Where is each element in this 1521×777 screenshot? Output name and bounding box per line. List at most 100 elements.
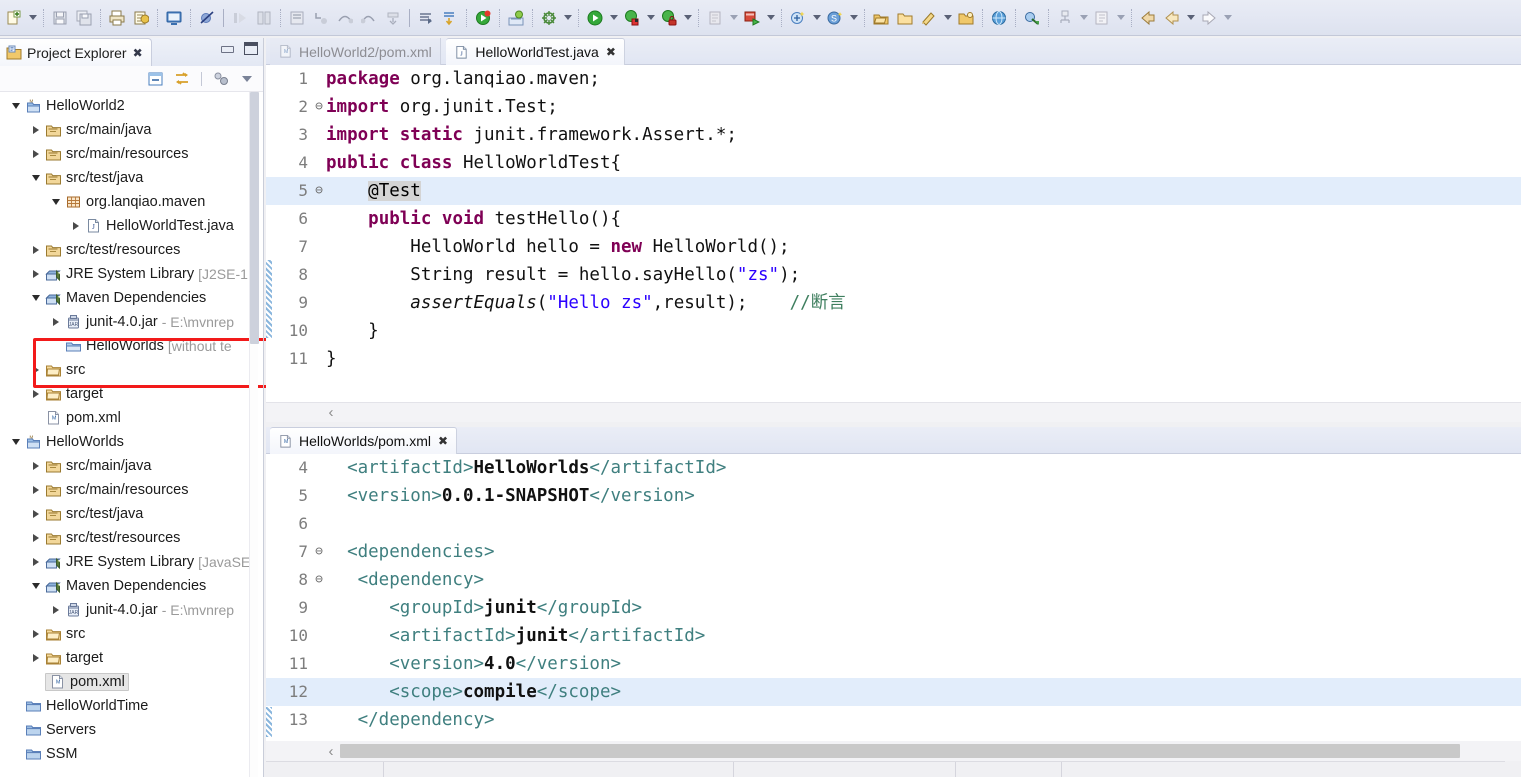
next-annotation-icon[interactable] — [414, 6, 438, 30]
code-line[interactable]: 5 ⊖ @Test — [266, 177, 1521, 205]
tree-item-pom-xml[interactable]: Mpom.xml — [0, 670, 264, 694]
code-line[interactable]: 1 package org.lanqiao.maven; — [266, 65, 1521, 93]
code-line[interactable]: 4 public class HelloWorldTest{ — [266, 149, 1521, 177]
tree-item-helloworldtest-java[interactable]: J HelloWorldTest.java — [0, 214, 264, 238]
step-over-icon[interactable] — [333, 6, 357, 30]
build-icon[interactable] — [129, 6, 153, 30]
code-line[interactable]: 2 ⊖ import org.junit.Test; — [266, 93, 1521, 121]
maximize-icon[interactable] — [244, 42, 258, 55]
bottom-editor-hscrollbar[interactable]: ‹ — [266, 741, 1521, 761]
chevron-down-icon[interactable] — [1184, 6, 1197, 30]
tree-item-content[interactable]: SSM — [25, 746, 77, 762]
code-line[interactable]: 7 ⊖ <dependencies> — [266, 538, 1521, 566]
tree-item-src[interactable]: src — [0, 622, 264, 646]
project-tree[interactable]: M HelloWorld2 src/main/java src/main/resour… — [0, 92, 264, 777]
tree-item-src[interactable]: src — [0, 358, 264, 382]
tree-item-content[interactable]: src — [45, 626, 85, 642]
tree-item-maven-dependencies[interactable]: Maven Dependencies — [0, 574, 264, 598]
tree-item-src-main-java[interactable]: src/main/java — [0, 454, 264, 478]
step-return-icon[interactable] — [357, 6, 381, 30]
tree-item-src-main-resources[interactable]: src/main/resources — [0, 142, 264, 166]
tree-item-content[interactable]: M HelloWorld2 — [25, 98, 125, 114]
skip-breakpoints-icon[interactable] — [195, 6, 219, 30]
code-line[interactable]: 8 String result = hello.sayHello("zs"); — [266, 261, 1521, 289]
tree-item-helloworldtime[interactable]: HelloWorldTime — [0, 694, 264, 718]
chevron-right-icon[interactable] — [28, 362, 44, 378]
chevron-down-icon[interactable] — [607, 6, 620, 30]
console-icon[interactable] — [162, 6, 186, 30]
tree-item-content[interactable]: Mpom.xml — [45, 410, 121, 426]
run-icon[interactable] — [583, 6, 607, 30]
tree-item-content[interactable]: src/main/java — [45, 122, 151, 138]
tree-item-target[interactable]: target — [0, 646, 264, 670]
collapse-all-icon[interactable] — [147, 70, 165, 88]
chevron-right-icon[interactable] — [48, 602, 64, 618]
code-line[interactable]: 4 <artifactId>HelloWorlds</artifactId> — [266, 454, 1521, 482]
tree-item-helloworlds[interactable]: M HelloWorlds — [0, 430, 264, 454]
chevron-down-icon[interactable] — [8, 98, 24, 114]
tomcat-start-icon[interactable] — [471, 6, 495, 30]
tree-item-content[interactable]: src/main/resources — [45, 146, 188, 162]
chevron-down-icon[interactable] — [941, 6, 954, 30]
chevron-right-icon[interactable] — [28, 554, 44, 570]
xml-code-view[interactable]: 4 <artifactId>HelloWorlds</artifactId> 5 … — [266, 454, 1521, 761]
chevron-right-icon[interactable] — [28, 146, 44, 162]
debug-icon[interactable] — [620, 6, 644, 30]
chevron-right-icon[interactable] — [28, 386, 44, 402]
code-line[interactable]: 5 <version>0.0.1-SNAPSHOT</version> — [266, 482, 1521, 510]
chevron-down-icon[interactable] — [764, 6, 777, 30]
chevron-right-icon[interactable] — [28, 122, 44, 138]
chevron-down-icon[interactable] — [1114, 6, 1127, 30]
code-line[interactable]: 9 assertEquals("Hello zs",result); //断言 — [266, 289, 1521, 317]
editor-tab-helloworlds-pom-xml[interactable]: M HelloWorlds/pom.xml ✖ — [270, 427, 458, 454]
scrollbar-thumb[interactable] — [250, 92, 259, 344]
code-line[interactable]: 12 <scope>compile</scope> — [266, 678, 1521, 706]
tree-item-src-main-java[interactable]: src/main/java — [0, 118, 264, 142]
code-line[interactable]: 13 </dependency> — [266, 706, 1521, 734]
chevron-down-icon[interactable] — [847, 6, 860, 30]
tree-item-content[interactable]: target — [45, 650, 103, 666]
scroll-left-icon[interactable]: ‹ — [322, 742, 340, 760]
chevron-down-icon[interactable] — [727, 6, 740, 30]
new-wizard-icon[interactable] — [786, 6, 810, 30]
code-line[interactable]: 10 } — [266, 317, 1521, 345]
tree-item-content[interactable]: src/test/java — [45, 170, 143, 186]
ant-build-icon[interactable] — [1020, 6, 1044, 30]
new-file-icon[interactable] — [2, 6, 26, 30]
save-all-icon[interactable] — [72, 6, 96, 30]
tree-item-src-test-resources[interactable]: src/test/resources — [0, 238, 264, 262]
chevron-right-icon[interactable] — [28, 242, 44, 258]
explorer-vertical-scrollbar[interactable] — [249, 92, 259, 777]
chevron-right-icon[interactable] — [28, 458, 44, 474]
close-icon[interactable]: ✖ — [438, 434, 448, 448]
print-icon[interactable] — [105, 6, 129, 30]
tree-item-src-main-resources[interactable]: src/main/resources — [0, 478, 264, 502]
tree-item-content[interactable]: M HelloWorlds — [25, 434, 124, 450]
search-globe-icon[interactable] — [987, 6, 1011, 30]
chevron-right-icon[interactable] — [28, 506, 44, 522]
focus-on-active-task-icon[interactable] — [212, 70, 230, 88]
tab-project-explorer[interactable]: Project Explorer ✖ — [0, 38, 152, 66]
tree-item-content[interactable]: Maven Dependencies — [45, 578, 206, 594]
open-resource-icon[interactable] — [954, 6, 978, 30]
tree-item-org-lanqiao-maven[interactable]: org.lanqiao.maven — [0, 190, 264, 214]
chevron-down-icon[interactable] — [810, 6, 823, 30]
chevron-down-icon[interactable] — [28, 290, 44, 306]
type-hierarchy-icon[interactable] — [1090, 6, 1114, 30]
tree-item-junit-4-0-jar[interactable]: JAR junit-4.0.jar - E:\mvnrep — [0, 310, 264, 334]
code-line[interactable]: 11 <version>4.0</version> — [266, 650, 1521, 678]
tree-item-content[interactable]: src/test/resources — [45, 242, 180, 258]
code-line[interactable]: 8 ⊖ <dependency> — [266, 566, 1521, 594]
tree-item-pom-xml[interactable]: Mpom.xml — [0, 406, 264, 430]
view-menu-icon[interactable] — [238, 70, 256, 88]
minimize-icon[interactable] — [220, 43, 234, 55]
open-type-icon[interactable] — [869, 6, 893, 30]
tree-item-jre-system-library[interactable]: JRE System Library [J2SE-1 — [0, 262, 264, 286]
chevron-right-icon[interactable] — [28, 266, 44, 282]
coverage-icon[interactable] — [285, 6, 309, 30]
chevron-right-icon[interactable] — [28, 650, 44, 666]
step-into-icon[interactable] — [309, 6, 333, 30]
tree-item-jre-system-library[interactable]: JRE System Library [JavaSE — [0, 550, 264, 574]
editor-tab-helloworld2-pom-xml[interactable]: M HelloWorld2/pom.xml — [270, 38, 441, 65]
tree-item-content[interactable]: src/main/java — [45, 458, 151, 474]
